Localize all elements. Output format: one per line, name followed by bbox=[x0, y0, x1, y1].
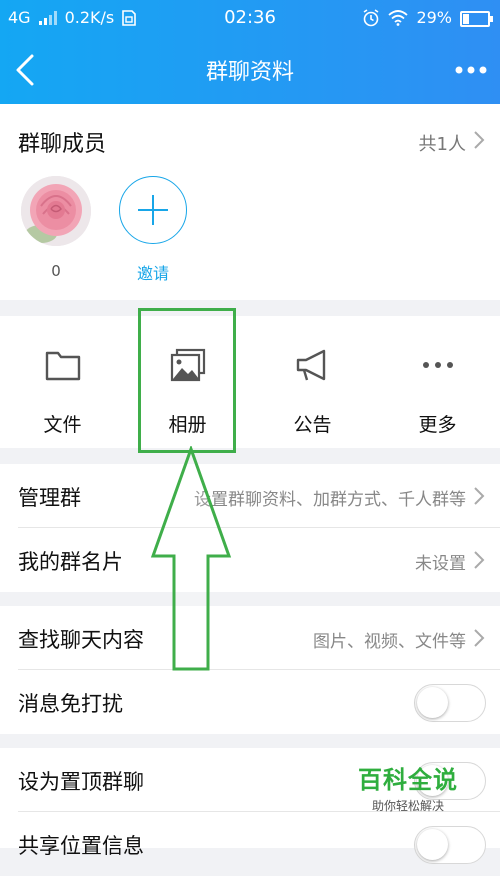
row-title: 查找聊天内容 bbox=[18, 628, 144, 652]
row-mute: 消息免打扰 bbox=[0, 670, 500, 734]
row-manage-group[interactable]: 管理群 设置群聊资料、加群方式、千人群等 bbox=[0, 464, 500, 528]
chevron-right-icon bbox=[474, 551, 485, 569]
chevron-right-icon bbox=[474, 629, 485, 647]
status-time: 02:36 bbox=[224, 7, 276, 28]
row-title: 管理群 bbox=[18, 486, 81, 510]
quick-actions: 文件 相册 公告 更多 bbox=[0, 316, 500, 448]
member-name: 0 bbox=[51, 262, 61, 280]
toggle-knob bbox=[417, 687, 448, 718]
row-share-location[interactable]: 共享位置信息 bbox=[0, 812, 500, 876]
row-title: 共享位置信息 bbox=[18, 834, 144, 858]
chevron-right-icon[interactable] bbox=[472, 130, 486, 150]
location-toggle[interactable] bbox=[414, 826, 486, 864]
wifi-icon bbox=[388, 10, 409, 26]
battery-icon bbox=[460, 11, 493, 27]
row-title: 设为置顶群聊 bbox=[18, 770, 144, 794]
invite-button[interactable] bbox=[119, 176, 187, 244]
misc-settings-section: 设为置顶群聊 共享位置信息 bbox=[0, 748, 500, 864]
row-group-card[interactable]: 我的群名片 未设置 bbox=[0, 528, 500, 592]
members-count[interactable]: 共1人 bbox=[419, 130, 466, 156]
action-announcement[interactable]: 公告 bbox=[250, 316, 375, 448]
row-value: 设置群聊资料、加群方式、千人群等 bbox=[194, 490, 466, 510]
more-options-icon[interactable] bbox=[454, 60, 488, 80]
members-section: 群聊成员 共1人 0 邀请 bbox=[0, 104, 500, 300]
action-more[interactable]: 更多 bbox=[375, 316, 500, 448]
alarm-icon bbox=[363, 9, 379, 27]
plus-icon bbox=[138, 195, 168, 225]
battery-percent: 29% bbox=[416, 8, 452, 27]
toggle-knob bbox=[417, 829, 448, 860]
nav-bar: 群聊资料 bbox=[0, 36, 500, 104]
row-title: 消息免打扰 bbox=[18, 692, 123, 716]
mute-toggle[interactable] bbox=[414, 684, 486, 722]
row-pin-chat: 设为置顶群聊 bbox=[0, 748, 500, 812]
pin-toggle[interactable] bbox=[414, 762, 486, 800]
action-label: 文件 bbox=[43, 414, 82, 436]
status-bar: 4G 0.2K/s 02:36 29% bbox=[0, 0, 500, 36]
row-value: 未设置 bbox=[415, 554, 466, 574]
header-bar: 4G 0.2K/s 02:36 29% 群聊资料 bbox=[0, 0, 500, 104]
row-search-chat[interactable]: 查找聊天内容 图片、视频、文件等 bbox=[0, 606, 500, 670]
page-title: 群聊资料 bbox=[205, 60, 294, 85]
members-label: 群聊成员 bbox=[18, 132, 107, 157]
chevron-right-icon bbox=[474, 487, 485, 505]
action-files[interactable]: 文件 bbox=[0, 316, 125, 448]
highlight-box bbox=[138, 308, 236, 453]
rose-image bbox=[21, 176, 91, 246]
more-dots-icon bbox=[423, 362, 453, 368]
row-title: 我的群名片 bbox=[18, 550, 123, 574]
invite-label[interactable]: 邀请 bbox=[119, 260, 187, 284]
megaphone-icon bbox=[296, 349, 326, 381]
row-value: 图片、视频、文件等 bbox=[313, 632, 466, 652]
member-avatar[interactable] bbox=[21, 176, 91, 246]
group-settings-section: 管理群 设置群聊资料、加群方式、千人群等 我的群名片 未设置 bbox=[0, 464, 500, 592]
toggle-knob bbox=[417, 765, 448, 796]
action-label: 公告 bbox=[293, 414, 332, 436]
action-label: 更多 bbox=[418, 414, 457, 436]
chat-settings-section: 查找聊天内容 图片、视频、文件等 消息免打扰 bbox=[0, 606, 500, 734]
folder-icon bbox=[45, 351, 81, 381]
